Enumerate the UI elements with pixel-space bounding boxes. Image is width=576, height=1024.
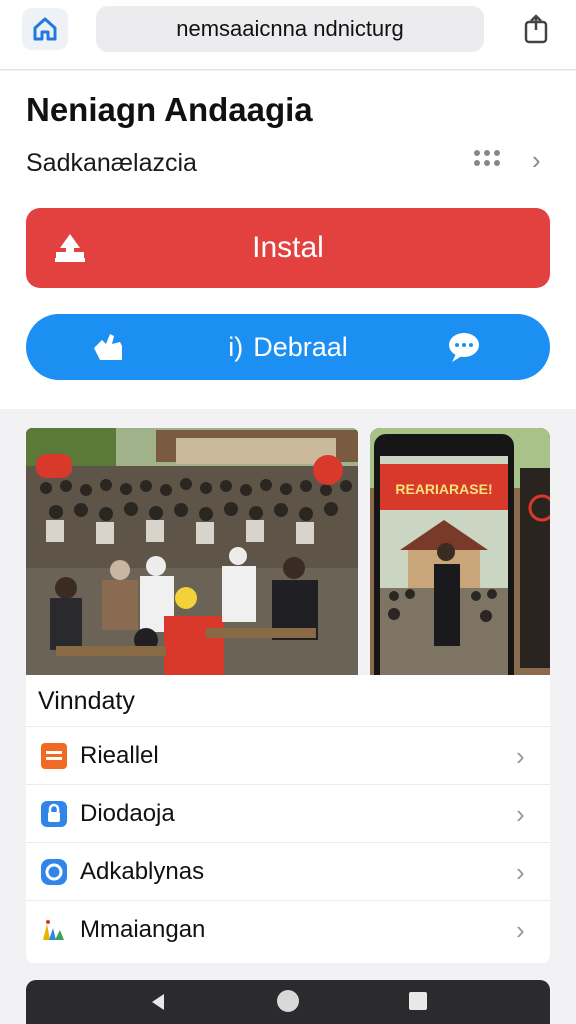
back-icon[interactable] <box>148 992 168 1012</box>
browser-toolbar: nemsaaicnna ndnicturg <box>0 0 576 70</box>
list-item-label: Diodaoja <box>80 800 175 827</box>
list-item-adkablynas[interactable]: Adkablynas › <box>26 842 550 900</box>
dot-icon <box>484 160 490 166</box>
share-icon <box>524 14 548 44</box>
home-button[interactable] <box>22 8 68 50</box>
install-button[interactable]: Instal <box>26 208 550 288</box>
list-item-diodaoja[interactable]: Diodaoja › <box>26 784 550 842</box>
list-item-label: Rieallel <box>80 742 159 769</box>
home-nav-icon[interactable] <box>277 990 299 1012</box>
url-bar[interactable]: nemsaaicnna ndnicturg <box>96 6 484 52</box>
share-button[interactable] <box>514 8 558 50</box>
debit-button[interactable]: i) Debraal <box>26 314 550 380</box>
debit-label: Debraal <box>253 331 348 362</box>
hand-icon <box>94 334 122 360</box>
recent-apps-icon[interactable] <box>409 992 427 1010</box>
list-item-mmaiangan[interactable]: Mmaiangan › <box>26 900 550 958</box>
chat-bubble-icon <box>449 333 479 362</box>
chevron-right-icon: › <box>516 915 525 945</box>
feature-list-card: Vinndaty Rieallel › Diodaoja › Adkablyna… <box>26 675 550 963</box>
dot-icon <box>494 150 500 156</box>
home-icon <box>33 17 57 41</box>
orange-card-icon <box>41 743 67 769</box>
blue-circle-icon <box>41 859 67 885</box>
banner-text: REARIARASE! <box>395 481 492 497</box>
debit-prefix: i) <box>228 331 244 362</box>
palette-icon <box>43 920 64 940</box>
url-text: nemsaaicnna ndnicturg <box>176 16 404 41</box>
app-title: Neniagn Andaagia <box>26 91 313 128</box>
dot-icon <box>494 160 500 166</box>
chevron-right-icon: › <box>516 857 525 887</box>
install-icon <box>55 234 85 262</box>
install-label: Instal <box>252 231 324 264</box>
chevron-right-icon: › <box>516 741 525 771</box>
dot-icon <box>484 150 490 156</box>
dot-icon <box>474 160 480 166</box>
chevron-right-icon[interactable]: › <box>532 145 554 175</box>
blue-lock-icon <box>41 801 67 827</box>
more-options-button[interactable] <box>472 147 508 173</box>
list-heading: Vinndaty <box>38 687 135 715</box>
dot-icon <box>474 150 480 156</box>
list-item-label: Adkablynas <box>80 858 205 885</box>
app-header-card: Neniagn Andaagia Sadkanælazcia › Instal … <box>0 71 576 409</box>
list-item-rieallel[interactable]: Rieallel › <box>26 726 550 784</box>
chevron-right-icon: › <box>516 799 525 829</box>
list-item-label: Mmaiangan <box>80 916 206 943</box>
list-heading-container: Vinndaty <box>26 675 358 719</box>
app-subtitle[interactable]: Sadkanælazcia <box>26 149 197 178</box>
system-navigation-bar <box>26 980 550 1024</box>
